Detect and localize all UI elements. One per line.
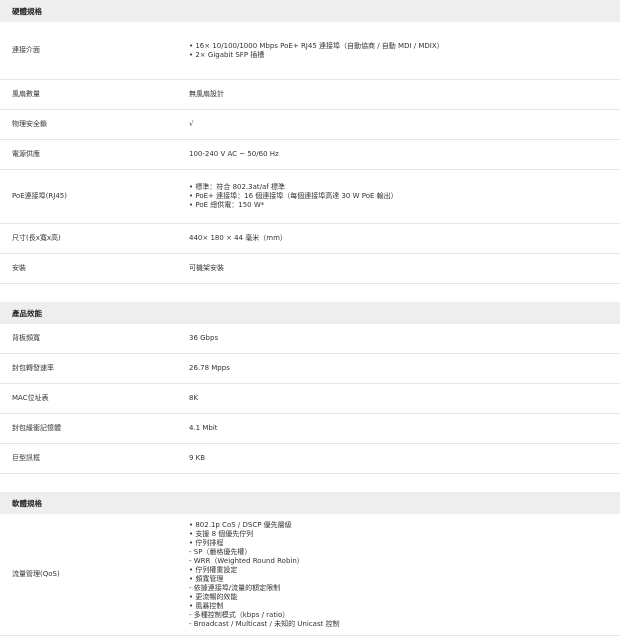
spec-value-line: - Broadcast / Multicast / 未知的 Unicast 控制 bbox=[189, 619, 340, 628]
spec-label: 安裝 bbox=[12, 264, 26, 272]
spec-value: • 16× 10/100/1000 Mbps PoE+ RJ45 連接埠（自動協… bbox=[189, 42, 620, 60]
spec-row: 封包緩衝記憶體 4.1 Mbit bbox=[0, 414, 620, 444]
spec-value-line: √ bbox=[189, 120, 194, 128]
spec-value-line: • 風暴控制 bbox=[189, 601, 224, 610]
spec-label: 封包緩衝記憶體 bbox=[12, 424, 61, 432]
spec-value-list: 可機架安裝 bbox=[189, 264, 620, 273]
spec-value: • 標準：符合 802.3at/af 標準 • PoE+ 連接埠：16 個連接埠（… bbox=[189, 183, 620, 210]
spec-label: 流量管理(QoS) bbox=[12, 570, 60, 578]
spec-section: 硬體規格連接介面 • 16× 10/100/1000 Mbps PoE+ RJ45… bbox=[0, 0, 620, 284]
spec-value-line: • 支援 8 個優先佇列 bbox=[189, 529, 254, 538]
section-title: 產品效能 bbox=[0, 302, 620, 324]
spec-value-list: 36 Gbps bbox=[189, 334, 620, 343]
spec-value-line: • 更流暢的效能 bbox=[189, 592, 238, 601]
spec-value-line: 26.78 Mpps bbox=[189, 364, 230, 372]
spec-value: 36 Gbps bbox=[189, 334, 620, 343]
spec-row: 尺寸(長x寬x高) 440× 180 × 44 毫米（mm） bbox=[0, 224, 620, 254]
spec-value: √ bbox=[189, 120, 620, 129]
spec-value: 無風扇設計 bbox=[189, 90, 620, 99]
spec-value-line: • 標準：符合 802.3at/af 標準 bbox=[189, 183, 285, 191]
spec-value-line: 440× 180 × 44 毫米（mm） bbox=[189, 234, 287, 242]
spec-value-list: • 標準：符合 802.3at/af 標準 • PoE+ 連接埠：16 個連接埠（… bbox=[189, 183, 620, 210]
section-title: 硬體規格 bbox=[0, 0, 620, 22]
spec-value-line: • 頻寬管理 bbox=[189, 574, 224, 583]
spec-section: 產品效能背板頻寬 36 Gbps 封包轉發速率 26.78 Mpps MAC位址表 8K 封… bbox=[0, 302, 620, 474]
spec-value-line: 36 Gbps bbox=[189, 334, 219, 342]
spec-value-line: - SP（嚴格優先權） bbox=[189, 547, 252, 556]
spec-value-list: • 802.1p CoS / DSCP 優先層級 • 支援 8 個優先佇列 • 佇列… bbox=[189, 521, 620, 629]
spec-label: 電源供應 bbox=[12, 150, 40, 158]
spec-value-list: √ bbox=[189, 120, 620, 129]
spec-value: 9 KB bbox=[189, 454, 620, 463]
spec-value: 4.1 Mbit bbox=[189, 424, 620, 433]
spec-value: 440× 180 × 44 毫米（mm） bbox=[189, 234, 620, 243]
spec-label: 尺寸(長x寬x高) bbox=[12, 234, 61, 242]
spec-row: 流量管理(QoS) • 802.1p CoS / DSCP 優先層級 • 支援 8 … bbox=[0, 514, 620, 636]
spec-value-line: 可機架安裝 bbox=[189, 264, 224, 272]
spec-value-line: - 依據連接埠/流量的額定限制 bbox=[189, 583, 281, 592]
spec-value-list: 無風扇設計 bbox=[189, 90, 620, 99]
spec-value-list: 26.78 Mpps bbox=[189, 364, 620, 373]
spec-section: 軟體規格流量管理(QoS) • 802.1p CoS / DSCP 優先層級 • 支… bbox=[0, 492, 620, 636]
spec-value: • 802.1p CoS / DSCP 優先層級 • 支援 8 個優先佇列 • 佇列… bbox=[189, 521, 620, 629]
spec-row: 安裝 可機架安裝 bbox=[0, 254, 620, 284]
spec-row: 風扇數量 無風扇設計 bbox=[0, 80, 620, 110]
spec-value-list: 8K bbox=[189, 394, 620, 403]
spec-value: 8K bbox=[189, 394, 620, 403]
spec-label: MAC位址表 bbox=[12, 394, 49, 402]
spec-value: 26.78 Mpps bbox=[189, 364, 620, 373]
spec-label: 連接介面 bbox=[12, 46, 40, 54]
spec-value-line: • 2× Gigabit SFP 插槽 bbox=[189, 50, 265, 59]
spec-value: 100-240 V AC ~ 50/60 Hz bbox=[189, 150, 620, 159]
spec-label: 風扇數量 bbox=[12, 90, 40, 98]
spec-value-list: 9 KB bbox=[189, 454, 620, 463]
spec-value-line: 8K bbox=[189, 394, 199, 402]
spec-value-line: • PoE 總供電：150 W* bbox=[189, 201, 265, 209]
spec-label: 物理安全鎖 bbox=[12, 120, 47, 128]
spec-value-line: • 佇列權重設定 bbox=[189, 565, 238, 574]
spec-row: MAC位址表 8K bbox=[0, 384, 620, 414]
spec-value-list: 4.1 Mbit bbox=[189, 424, 620, 433]
spec-row: PoE連接埠(RJ45) • 標準：符合 802.3at/af 標準 • PoE+ … bbox=[0, 170, 620, 224]
spec-value-line: - WRR（Weighted Round Robin） bbox=[189, 556, 304, 565]
spec-value-line: 100-240 V AC ~ 50/60 Hz bbox=[189, 150, 279, 158]
spec-value-list: • 16× 10/100/1000 Mbps PoE+ RJ45 連接埠（自動協… bbox=[189, 42, 620, 60]
spec-label: 巨型訊框 bbox=[12, 454, 40, 462]
spec-value-line: • 佇列排程 bbox=[189, 538, 224, 547]
spec-value-line: 9 KB bbox=[189, 454, 206, 462]
spec-value-line: 無風扇設計 bbox=[189, 90, 224, 98]
spec-value-line: • 802.1p CoS / DSCP 優先層級 bbox=[189, 520, 292, 529]
spec-value: 可機架安裝 bbox=[189, 264, 620, 273]
spec-row: 背板頻寬 36 Gbps bbox=[0, 324, 620, 354]
spec-value-line: 4.1 Mbit bbox=[189, 424, 218, 432]
spec-label: PoE連接埠(RJ45) bbox=[12, 192, 67, 200]
spec-value-list: 440× 180 × 44 毫米（mm） bbox=[189, 234, 620, 243]
spec-page: 硬體規格連接介面 • 16× 10/100/1000 Mbps PoE+ RJ45… bbox=[0, 0, 620, 636]
spec-row: 電源供應 100-240 V AC ~ 50/60 Hz bbox=[0, 140, 620, 170]
spec-row: 連接介面 • 16× 10/100/1000 Mbps PoE+ RJ45 連接埠… bbox=[0, 22, 620, 80]
spec-label: 封包轉發速率 bbox=[12, 364, 54, 372]
section-title: 軟體規格 bbox=[0, 492, 620, 514]
spec-row: 巨型訊框 9 KB bbox=[0, 444, 620, 474]
spec-row: 物理安全鎖 √ bbox=[0, 110, 620, 140]
spec-value-line: • 16× 10/100/1000 Mbps PoE+ RJ45 連接埠（自動協… bbox=[189, 41, 444, 50]
spec-value-line: • PoE+ 連接埠：16 個連接埠（每個連接埠高達 30 W PoE 輸出） bbox=[189, 192, 398, 200]
spec-value-line: - 多種控制模式（kbps / ratio） bbox=[189, 610, 290, 619]
spec-row: 封包轉發速率 26.78 Mpps bbox=[0, 354, 620, 384]
spec-label: 背板頻寬 bbox=[12, 334, 40, 342]
spec-value-list: 100-240 V AC ~ 50/60 Hz bbox=[189, 150, 620, 159]
